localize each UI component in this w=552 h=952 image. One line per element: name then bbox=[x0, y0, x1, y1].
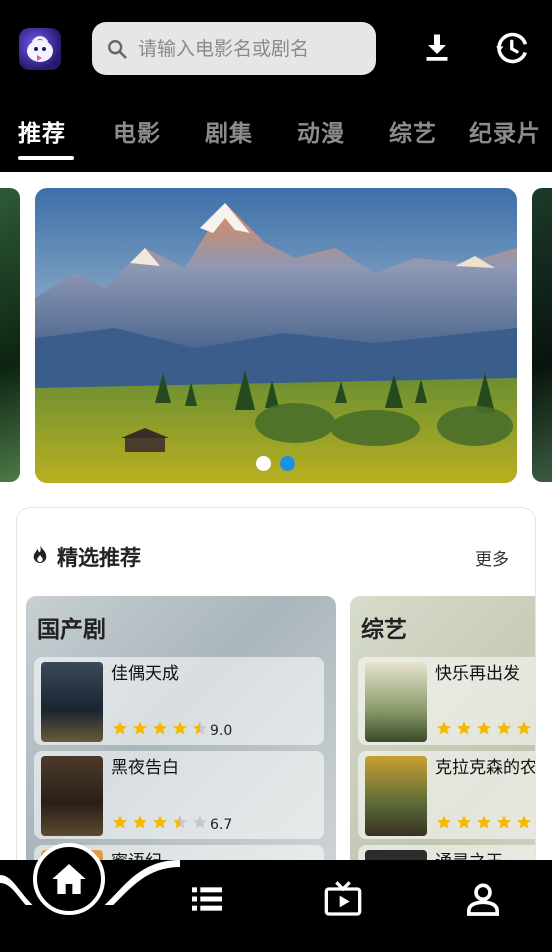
more-link[interactable]: 更多 bbox=[475, 545, 509, 570]
tab-movies[interactable]: 电影 bbox=[113, 114, 161, 148]
poster-image bbox=[41, 756, 103, 836]
tab-documentary[interactable]: 纪录片 bbox=[469, 114, 541, 148]
item-title: 佳偶天成 bbox=[111, 664, 179, 684]
star-icon bbox=[477, 815, 491, 829]
star-icon bbox=[193, 815, 207, 829]
star-icon bbox=[497, 721, 511, 735]
item-title: 黑夜告白 bbox=[111, 758, 179, 778]
star-rating bbox=[112, 720, 208, 736]
home-icon bbox=[52, 864, 86, 894]
star-icon bbox=[457, 721, 471, 735]
search-icon bbox=[108, 39, 127, 59]
tv-play-icon[interactable] bbox=[323, 879, 363, 919]
search-bar[interactable] bbox=[92, 22, 376, 75]
app-logo[interactable] bbox=[19, 28, 61, 70]
star-icon bbox=[193, 721, 207, 735]
list-icon[interactable] bbox=[187, 879, 227, 919]
banner-pagination bbox=[256, 456, 295, 471]
tab-series[interactable]: 剧集 bbox=[205, 114, 253, 148]
star-icon bbox=[517, 815, 531, 829]
star-rating bbox=[436, 720, 532, 736]
poster-image bbox=[365, 756, 427, 836]
panel-title: 综艺 bbox=[361, 617, 407, 643]
poster-image bbox=[41, 662, 103, 742]
panel-title: 国产剧 bbox=[37, 617, 106, 643]
banner-mountain-image bbox=[35, 188, 517, 483]
item-title: 克拉克森的农 bbox=[435, 758, 536, 778]
main-content: 精选推荐 更多 国产剧 佳偶天成 9.0 黑夜告白 6.7 蜜语纪 bbox=[0, 172, 552, 872]
list-item[interactable]: 克拉克森的农 bbox=[358, 751, 536, 839]
poster-image bbox=[365, 662, 427, 742]
fire-icon bbox=[33, 545, 47, 563]
star-icon bbox=[437, 815, 451, 829]
rating-score: 6.7 bbox=[210, 817, 233, 833]
banner-prev-peek[interactable] bbox=[0, 188, 20, 482]
tab-recommend[interactable]: 推荐 bbox=[18, 114, 66, 148]
download-icon[interactable] bbox=[419, 30, 455, 66]
star-icon bbox=[477, 721, 491, 735]
category-tabs: 推荐 电影 剧集 动漫 综艺 纪录片 bbox=[0, 110, 552, 160]
star-icon bbox=[153, 721, 167, 735]
section-title: 精选推荐 bbox=[57, 546, 141, 570]
star-rating bbox=[112, 814, 208, 830]
star-icon bbox=[153, 815, 167, 829]
star-icon bbox=[113, 815, 127, 829]
banner-next-peek[interactable] bbox=[532, 188, 552, 482]
user-icon[interactable] bbox=[463, 879, 503, 919]
star-icon bbox=[437, 721, 451, 735]
item-title: 快乐再出发 bbox=[435, 664, 520, 684]
star-icon bbox=[113, 721, 127, 735]
star-icon bbox=[517, 721, 531, 735]
search-input[interactable] bbox=[138, 37, 358, 60]
active-tab-indicator bbox=[18, 156, 74, 160]
banner-dot-1[interactable] bbox=[256, 456, 271, 471]
star-rating bbox=[436, 814, 532, 830]
banner-carousel[interactable] bbox=[35, 188, 517, 483]
star-icon bbox=[133, 721, 147, 735]
tab-anime[interactable]: 动漫 bbox=[297, 114, 345, 148]
panel-variety[interactable]: 综艺 快乐再出发 克拉克森的农 通灵之王 bbox=[350, 596, 536, 872]
banner-dot-2[interactable] bbox=[280, 456, 295, 471]
star-icon bbox=[173, 815, 187, 829]
star-icon bbox=[497, 815, 511, 829]
list-item[interactable]: 快乐再出发 bbox=[358, 657, 535, 745]
top-header: 推荐 电影 剧集 动漫 综艺 纪录片 bbox=[0, 0, 552, 172]
star-icon bbox=[173, 721, 187, 735]
rating-score: 9.0 bbox=[210, 723, 233, 739]
list-item[interactable]: 佳偶天成 9.0 bbox=[34, 657, 324, 745]
star-icon bbox=[457, 815, 471, 829]
list-item[interactable]: 黑夜告白 6.7 bbox=[34, 751, 324, 839]
history-icon[interactable] bbox=[493, 30, 529, 66]
tab-variety[interactable]: 综艺 bbox=[389, 114, 437, 148]
star-icon bbox=[133, 815, 147, 829]
featured-section: 精选推荐 更多 国产剧 佳偶天成 9.0 黑夜告白 6.7 蜜语纪 bbox=[16, 507, 536, 872]
panel-domestic-drama[interactable]: 国产剧 佳偶天成 9.0 黑夜告白 6.7 蜜语纪 bbox=[26, 596, 336, 872]
home-button[interactable] bbox=[33, 843, 105, 915]
